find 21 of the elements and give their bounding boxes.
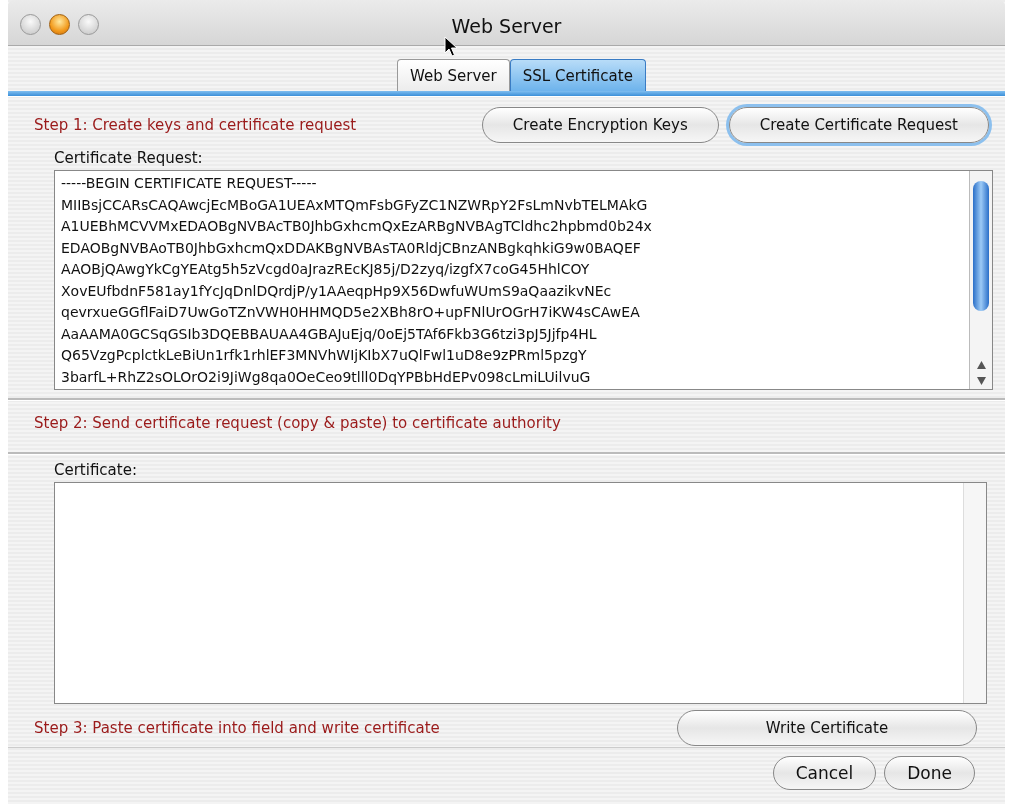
pointer-icon: [444, 36, 458, 58]
step-label: Step 3: Paste certificate into field and write certificate: [34, 719, 440, 737]
dialog-button[interactable]: Done: [884, 756, 975, 790]
window-control-button[interactable]: [78, 14, 99, 35]
text-area[interactable]: -----BEGIN CERTIFICATE REQUEST----- MIIBsjCCARsCAQAwcjEcMBoGA1UEAxMTQmFsbGFyZC1NZWRpY2FsLmNvbTELMAkG A1UEBhMCVVMxEDAOBgNVBAcTB0JhbGxhcmQxEzARBgNVBAgTCldhc2hpbmd0b24x EDAOBgNVBAoTB0JhbGxhcmQxDDAKBgNVBAsTA0RldjCBnzANBgkqhkiG9w0BAQEF AAOBjQAwgYkCgYEAtg5h5zVcgd0aJrazREcKJ85j/D2zyq/izgfX7coG45HhlCOY XovEUfbdnF581ay1fYcJqDnlDQrdjP/y1AAeqpHp9X56DwfuWUmS9aQaazikvNEc qevrxueGGflFaiD7UwGoTZnVWH0HHMQD5e2XBh8rO+upFNlUrOGrH7iKW4sCAwEA AaAAMA0GCSqGSIb3DQEBBAUAA4GBAJuEjq/0oEj5TAf6Fkb3G6tzi3pJ5Jjfp4HL Q65VzgPcplctkLeBiUn1rfk1rhlEF3MNVhWIjKIbX7uQlFwl1uD8e9zPRml5pzgY 3barfL+RhZ2sOLOrO2i9JiWg8qa0OeCeo9tlll0DqYPBbHdEPv098cLmiLUilvuG: [54, 170, 993, 390]
scroll-bar[interactable]: [969, 171, 992, 389]
window-title: Web Server: [451, 14, 562, 37]
step-label: Step 2: Send certificate request (copy & paste) to certificate authority: [34, 414, 561, 432]
field-label: Certificate:: [54, 461, 138, 479]
step-label: Step 1: Create keys and certificate request: [34, 116, 357, 134]
push-button[interactable]: Create Certificate Request: [728, 107, 989, 143]
write-certificate-button[interactable]: Write Certificate: [677, 710, 977, 746]
dialog-button[interactable]: Cancel: [772, 756, 877, 790]
window-control-button[interactable]: [20, 14, 41, 35]
window-control-button[interactable]: [49, 14, 70, 35]
field-label: Certificate Request:: [54, 149, 204, 167]
up-arrow-icon[interactable]: [976, 361, 986, 369]
tab[interactable]: SSL Certificate: [509, 59, 646, 91]
tab[interactable]: Web Server: [397, 59, 510, 91]
down-arrow-icon[interactable]: [976, 377, 986, 385]
push-button[interactable]: Create Encryption Keys: [481, 107, 719, 143]
